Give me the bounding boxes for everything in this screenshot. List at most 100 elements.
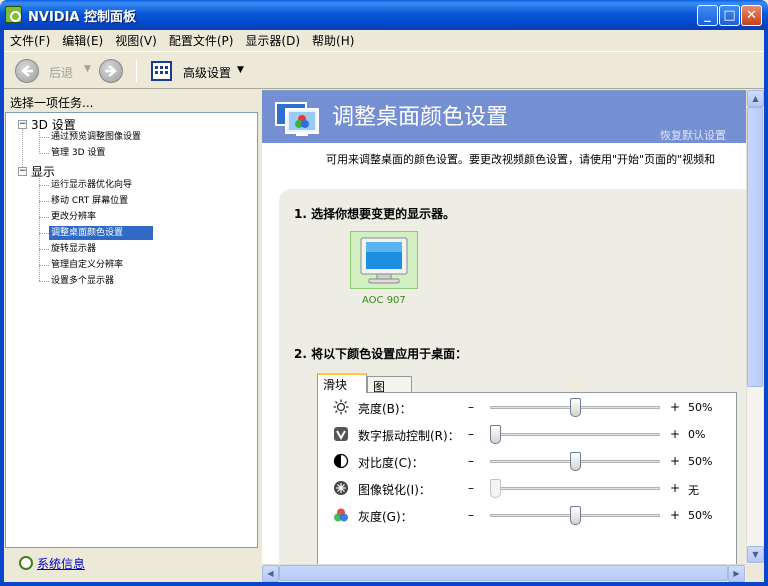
system-info-bar: 系统信息 xyxy=(5,548,258,578)
advanced-settings-button[interactable]: 高级设置 xyxy=(183,64,231,81)
tree-item-display-wizard[interactable]: 运行显示器优化向导 xyxy=(49,178,134,192)
vibrance-icon xyxy=(333,426,349,442)
contrast-icon xyxy=(333,453,349,469)
tree-item-desktop-color[interactable]: 调整桌面颜色设置 xyxy=(49,226,153,240)
slider-thumb[interactable] xyxy=(570,452,581,471)
minimize-button[interactable]: _ xyxy=(697,5,718,26)
horizontal-scroll-thumb[interactable] xyxy=(279,565,728,581)
tree-item-custom-resolution[interactable]: 管理自定义分辨率 xyxy=(49,258,125,272)
collapse-3d-icon[interactable]: − xyxy=(18,120,27,129)
slider-plus-label: + xyxy=(670,400,681,414)
slider-value: 50% xyxy=(688,401,713,414)
tree-item-multiple-displays[interactable]: 设置多个显示器 xyxy=(49,274,116,288)
tree-line xyxy=(39,217,49,218)
close-button[interactable]: ✕ xyxy=(741,5,762,26)
menu-view[interactable]: 视图(V) xyxy=(109,32,163,49)
slider-minus-label: – xyxy=(468,508,474,522)
slider-track[interactable] xyxy=(490,487,660,490)
slider-plus-label: + xyxy=(670,454,681,468)
scroll-left-icon[interactable]: ◀ xyxy=(262,565,279,582)
display-selector-aoc[interactable] xyxy=(350,231,418,289)
restore-defaults-link[interactable]: 恢复默认设置 xyxy=(660,127,726,143)
slider-track[interactable] xyxy=(490,433,660,436)
page-banner: 调整桌面颜色设置 恢复默认设置 xyxy=(262,91,746,143)
menu-bar: 文件(F) 编辑(E) 视图(V) 配置文件(P) 显示器(D) 帮助(H) xyxy=(4,30,764,50)
back-dropdown-icon[interactable]: ▼ xyxy=(84,64,91,74)
slider-minus-label: – xyxy=(468,481,474,495)
tree-line xyxy=(39,131,40,154)
menu-file[interactable]: 文件(F) xyxy=(4,32,56,49)
slider-label: 数字振动控制(R)： xyxy=(358,429,460,443)
advanced-dropdown-icon[interactable]: ▼ xyxy=(237,65,244,75)
arrow-left-icon xyxy=(21,65,33,77)
grid-icon[interactable] xyxy=(151,61,172,81)
tree-item-change-resolution[interactable]: 更改分辨率 xyxy=(49,210,98,224)
main-content: 调整桌面颜色设置 恢复默认设置 可用来调整桌面的颜色设置。要更改视频颜色设置，请… xyxy=(262,90,746,564)
tree-line xyxy=(39,265,49,266)
slider-plus-label: + xyxy=(670,427,681,441)
forward-button[interactable] xyxy=(99,59,123,83)
tree-item-preview-image-settings[interactable]: 通过预览调整图像设置 xyxy=(49,130,143,144)
tree-line xyxy=(39,233,49,234)
tree-item-manage-3d[interactable]: 管理 3D 设置 xyxy=(49,146,107,160)
tree-line xyxy=(39,201,49,202)
slider-row: 数字振动控制(R)： – +0% xyxy=(318,424,738,446)
resize-grip-icon[interactable] xyxy=(746,564,763,581)
tree-line xyxy=(39,249,49,250)
back-button[interactable] xyxy=(15,59,39,83)
maximize-button[interactable]: □ xyxy=(719,5,740,26)
menu-edit[interactable]: 编辑(E) xyxy=(56,32,109,49)
tree-line xyxy=(39,137,49,138)
menu-profile[interactable]: 配置文件(P) xyxy=(163,32,240,49)
window-border-left xyxy=(0,30,4,586)
slider-value: 0% xyxy=(688,428,706,441)
sun-icon xyxy=(333,399,349,415)
slider-tab-body: 亮度(B)： – +50% 数字振动控制(R)： – +0% 对比度(C)： – +50% 图像锐… xyxy=(317,392,737,564)
tree-item-rotate-display[interactable]: 旋转显示器 xyxy=(49,242,98,256)
tree-line xyxy=(39,185,49,186)
scroll-up-icon[interactable]: ▲ xyxy=(747,90,764,107)
back-label: 后退 xyxy=(49,66,74,80)
slider-label: 图像锐化(I)： xyxy=(358,483,431,497)
horizontal-scrollbar[interactable]: ◀ ▶ xyxy=(262,564,746,582)
slider-label: 对比度(C)： xyxy=(358,456,424,470)
slider-plus-label: + xyxy=(670,481,681,495)
nvidia-logo-icon xyxy=(5,6,22,23)
slider-value: 50% xyxy=(688,455,713,468)
monitor-icon xyxy=(360,237,408,284)
menu-display[interactable]: 显示器(D) xyxy=(239,32,306,49)
system-info-link[interactable]: 系统信息 xyxy=(37,555,85,572)
slider-thumb[interactable] xyxy=(490,425,501,444)
monitor-name: AOC 907 xyxy=(362,295,406,306)
title-bar[interactable]: NVIDIA 控制面板 _ □ ✕ xyxy=(0,0,768,30)
system-info-icon[interactable] xyxy=(19,556,33,570)
task-panel-header: 选择一项任务... xyxy=(4,90,258,112)
tab-sliders[interactable]: 滑块 xyxy=(317,373,367,393)
slider-value: 无 xyxy=(688,484,699,497)
tree-item-move-crt[interactable]: 移动 CRT 屏幕位置 xyxy=(49,194,130,208)
vertical-scroll-thumb[interactable] xyxy=(747,107,763,387)
toolbar-separator xyxy=(136,60,137,82)
sharpen-icon xyxy=(333,480,349,496)
scroll-down-icon[interactable]: ▼ xyxy=(747,546,764,563)
slider-plus-label: + xyxy=(670,508,681,522)
vertical-scrollbar[interactable]: ▲ ▼ xyxy=(746,90,764,564)
menu-help[interactable]: 帮助(H) xyxy=(306,32,360,49)
slider-row: 图像锐化(I)： – + 无 xyxy=(318,478,738,500)
slider-thumb[interactable] xyxy=(570,398,581,417)
slider-thumb[interactable] xyxy=(570,506,581,525)
arrow-right-icon xyxy=(105,65,117,77)
rgb-gamma-icon xyxy=(333,507,349,523)
step1-heading: 1. 选择你想要变更的显示器。 xyxy=(294,207,456,221)
desktop-color-monitor-icon xyxy=(275,102,319,136)
slider-label: 亮度(B)： xyxy=(358,402,412,416)
collapse-display-icon[interactable]: − xyxy=(18,167,27,176)
slider-row: 亮度(B)： – +50% xyxy=(318,397,738,419)
scroll-right-icon[interactable]: ▶ xyxy=(728,565,745,582)
slider-row: 灰度(G)： – +50% xyxy=(318,505,738,527)
tree-line xyxy=(39,281,49,282)
step2-heading: 2. 将以下颜色设置应用于桌面： xyxy=(294,347,468,361)
window-border-bottom xyxy=(0,582,768,586)
slider-minus-label: – xyxy=(468,400,474,414)
slider-value: 50% xyxy=(688,509,713,522)
